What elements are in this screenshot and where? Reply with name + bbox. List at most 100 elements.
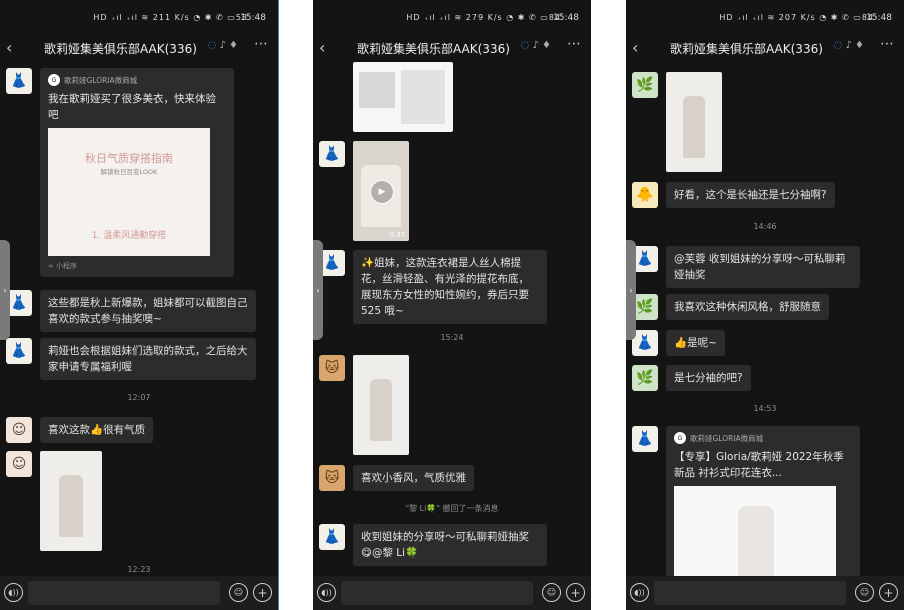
message-bubble[interactable]: 是七分袖的吧? [666, 365, 751, 391]
timestamp: 14:53 [753, 404, 777, 413]
brand-logo-icon: G [48, 74, 60, 86]
chat-title: 歌莉娅集美俱乐部AAK(336) [44, 42, 197, 56]
avatar[interactable]: 👗 [319, 524, 345, 550]
emoji-icon[interactable]: ☺ [542, 583, 561, 602]
chat-panel-3: HD ₊ıl ₊ıl ≋ 207 K/s ◔ ✱ ✆ ▭84 15:48 ‹ 歌… [626, 0, 904, 610]
emoji-icon[interactable]: ☺ [229, 583, 248, 602]
back-arrow-icon[interactable]: ‹ [6, 38, 12, 57]
message-bubble[interactable]: ✨姐妹，这款连衣裙是人丝人棉提花，丝滑轻盈、有光泽的提花布底，展现东方女性的知性… [353, 250, 547, 324]
mini-program-icon: ∞ [48, 262, 57, 270]
more-icon[interactable]: ⋯ [880, 36, 894, 52]
group-status-icons: ◌ ♪ ♦ [833, 40, 864, 51]
card-source: 歌莉娅GLORIA微商城 [690, 433, 764, 443]
model-figure [738, 506, 774, 576]
avatar[interactable]: ☺ [6, 451, 32, 477]
avatar[interactable]: 👗 [632, 426, 658, 452]
mini-program-card[interactable]: G 歌莉娅GLORIA微商城 我在歌莉娅买了很多美衣，快来体验吧 秋日气质穿搭指南… [40, 68, 234, 277]
chat-header: ‹ 歌莉娅集美俱乐部AAK(336) ◌ ♪ ♦ ⋯ [626, 36, 904, 60]
status-icons: HD ₊ıl ₊ıl ≋ 207 K/s ◔ ✱ ✆ ▭84 [719, 13, 874, 22]
message-bubble[interactable]: 这些都是秋上新爆款，姐妹都可以截图自己喜欢的款式参与抽奖噢~ [40, 290, 256, 332]
avatar[interactable]: 🌿 [632, 72, 658, 98]
message-bubble[interactable]: 👍是呢~ [666, 330, 725, 356]
outfit-image [58, 475, 84, 537]
voice-icon[interactable]: ◖)) [4, 583, 23, 602]
voice-icon[interactable]: ◖)) [317, 583, 336, 602]
video-message[interactable]: ▶ 0:37 [353, 141, 409, 241]
message-row [345, 62, 453, 132]
avatar[interactable]: 👗 [6, 338, 32, 364]
group-status-icons: ◌ ♪ ♦ [207, 40, 238, 51]
image-message[interactable] [666, 72, 722, 172]
voice-icon[interactable]: ◖)) [630, 583, 649, 602]
avatar[interactable]: 🌿 [632, 365, 658, 391]
play-icon[interactable]: ▶ [370, 180, 394, 204]
message-row: 🐥 好看，这个是长袖还是七分袖啊? [632, 182, 835, 208]
message-bubble[interactable]: 收到姐妹的分享呀～可私聊莉娅抽奖😋@黎 Li🍀 [353, 524, 547, 566]
back-arrow-icon[interactable]: ‹ [319, 38, 325, 57]
timestamp: 15:24 [440, 333, 464, 342]
image-message[interactable] [353, 355, 409, 455]
timestamp: 14:46 [753, 222, 777, 231]
card-thumbnail: 秋日气质穿搭指南 解锁秋日百变LOOK 1. 温柔风通勤穿搭 [48, 128, 210, 256]
more-icon[interactable]: ⋯ [254, 36, 268, 52]
card-thumbnail [674, 486, 836, 576]
message-bubble[interactable]: @芙蓉 收到姐妹的分享呀～可私聊莉娅抽奖 [666, 246, 860, 288]
thumb-subheading: 解锁秋日百变LOOK [100, 168, 158, 176]
chat-panel-1: HD ₊ıl ₊ıl ≋ 211 K/s ◔ ✱ ✆ ▭53 15:48 ‹ 歌… [0, 0, 278, 610]
avatar[interactable]: 🐱 [319, 355, 345, 381]
message-bubble[interactable]: 好看，这个是长袖还是七分袖啊? [666, 182, 835, 208]
side-handle[interactable]: › [313, 240, 323, 340]
avatar[interactable]: ☺ [6, 417, 32, 443]
chat-title: 歌莉娅集美俱乐部AAK(336) [670, 42, 823, 56]
qr-code-icon [359, 72, 395, 108]
message-row: 👗 @芙蓉 收到姐妹的分享呀～可私聊莉娅抽奖 [632, 246, 860, 288]
message-bubble[interactable]: 莉娅也会根据姐妹们选取的款式，之后给大家申请专属福利喔 [40, 338, 256, 380]
avatar[interactable]: 👗 [6, 68, 32, 94]
screenshot-thumb [401, 70, 445, 124]
group-status-icons: ◌ ♪ ♦ [520, 40, 551, 51]
message-input[interactable] [28, 581, 220, 605]
image-message[interactable] [353, 62, 453, 132]
video-duration: 0:37 [389, 231, 405, 239]
input-bar: ◖)) ☺ + [626, 576, 904, 610]
avatar[interactable]: 👗 [319, 141, 345, 167]
thumb-section: 1. 温柔风通勤穿搭 [91, 231, 167, 241]
side-handle[interactable]: › [626, 240, 636, 340]
plus-icon[interactable]: + [879, 583, 898, 602]
timestamp: 12:07 [127, 393, 151, 402]
timestamp: 12:23 [127, 565, 151, 574]
message-bubble[interactable]: 我喜欢这种休闲风格，舒服随意 [666, 294, 829, 320]
plus-icon[interactable]: + [253, 583, 272, 602]
status-bar: HD ₊ıl ₊ıl ≋ 211 K/s ◔ ✱ ✆ ▭53 15:48 [0, 0, 278, 36]
more-icon[interactable]: ⋯ [567, 36, 581, 52]
message-input[interactable] [341, 581, 533, 605]
message-bubble[interactable]: 喜欢小香风，气质优雅 [353, 465, 474, 491]
avatar[interactable]: 🐱 [319, 465, 345, 491]
message-bubble[interactable]: 喜欢这款👍很有气质 [40, 417, 154, 443]
image-message[interactable] [40, 451, 102, 551]
avatar[interactable]: 🐥 [632, 182, 658, 208]
status-time: 15:48 [553, 13, 579, 23]
mini-program-card[interactable]: G 歌莉娅GLORIA微商城 【专享】Gloria/歌莉娅 2022年秋季新品 衬… [666, 426, 860, 582]
card-title: 我在歌莉娅买了很多美衣，快来体验吧 [48, 93, 216, 121]
status-bar: HD ₊ıl ₊ıl ≋ 207 K/s ◔ ✱ ✆ ▭84 15:48 [626, 0, 904, 36]
card-title: 【专享】Gloria/歌莉娅 2022年秋季新品 衬衫式印花连衣... [674, 451, 844, 479]
message-row: 👗 👍是呢~ [632, 330, 725, 356]
message-row: 🌿 [632, 72, 722, 172]
brand-logo-icon: G [674, 432, 686, 444]
back-arrow-icon[interactable]: ‹ [632, 38, 638, 57]
message-row: 👗 收到姐妹的分享呀～可私聊莉娅抽奖😋@黎 Li🍀 [319, 524, 547, 566]
outfit-image [369, 379, 393, 441]
emoji-icon[interactable]: ☺ [855, 583, 874, 602]
message-row: 👗 G 歌莉娅GLORIA微商城 我在歌莉娅买了很多美衣，快来体验吧 秋日气质穿搭… [6, 68, 234, 277]
chat-header: ‹ 歌莉娅集美俱乐部AAK(336) ◌ ♪ ♦ ⋯ [0, 36, 278, 60]
plus-icon[interactable]: + [566, 583, 585, 602]
chat-title: 歌莉娅集美俱乐部AAK(336) [357, 42, 510, 56]
message-row: 👗 莉娅也会根据姐妹们选取的款式，之后给大家申请专属福利喔 [6, 338, 256, 380]
side-handle[interactable]: › [0, 240, 10, 340]
chat-header: ‹ 歌莉娅集美俱乐部AAK(336) ◌ ♪ ♦ ⋯ [313, 36, 591, 60]
message-input[interactable] [654, 581, 846, 605]
mini-program-label: 小程序 [56, 262, 78, 270]
thumb-heading: 秋日气质穿搭指南 [85, 152, 173, 165]
message-row: 🐱 [319, 355, 409, 455]
